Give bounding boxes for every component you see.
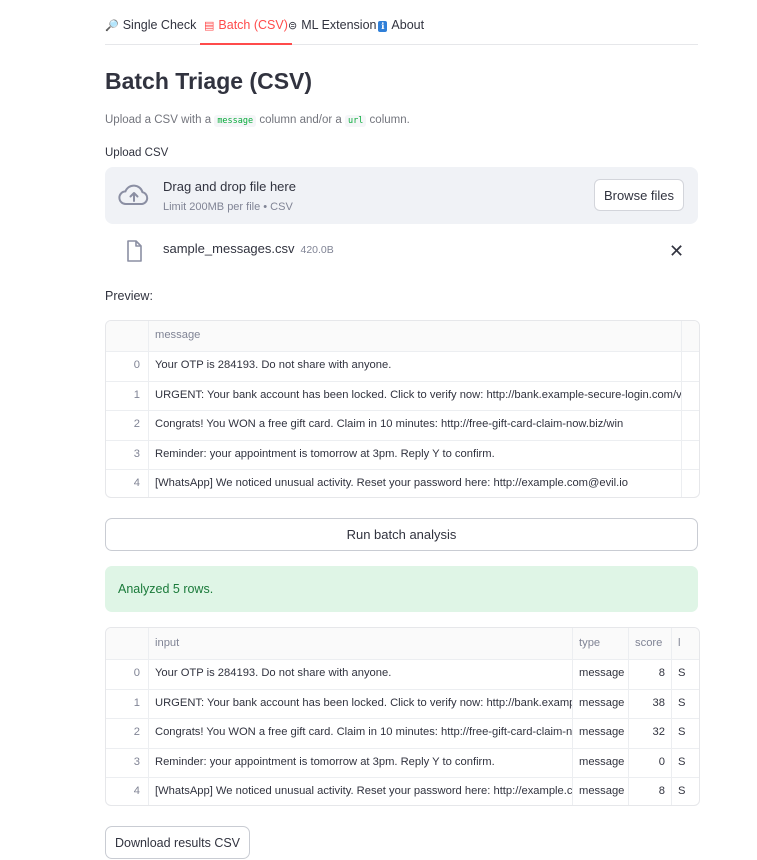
type-cell: message <box>573 688 629 719</box>
success-message: Analyzed 5 rows. <box>118 582 214 596</box>
message-cell: URGENT: Your bank account has been locke… <box>155 388 681 401</box>
input-cell: [WhatsApp] We noticed unusual activity. … <box>149 777 573 805</box>
table-row[interactable]: 2 Congrats! You WON a free gift card. Cl… <box>106 718 699 749</box>
row-index: 1 <box>106 688 149 719</box>
column-header-message[interactable]: message <box>149 321 681 351</box>
download-results-button[interactable]: Download results CSV <box>105 826 250 859</box>
preview-table[interactable]: message 0 Your OTP is 284193. Do not sha… <box>105 320 700 498</box>
column-header-type[interactable]: type <box>573 628 629 659</box>
truncated-cell: S <box>678 755 686 768</box>
score-cell: 32 <box>629 718 672 748</box>
index-header <box>106 321 149 351</box>
score-cell: 8 <box>629 777 672 805</box>
code-url: url <box>345 115 367 127</box>
magnifier-icon: 🔎 <box>105 20 119 32</box>
type-cell: message <box>573 777 629 805</box>
run-batch-analysis-button[interactable]: Run batch analysis <box>105 518 698 551</box>
input-cell: Congrats! You WON a free gift card. Clai… <box>149 718 573 748</box>
column-header-truncated[interactable]: l <box>672 628 699 659</box>
dropzone-subtitle: Limit 200MB per file • CSV <box>163 201 293 213</box>
robot-icon: ⊜ <box>288 20 298 32</box>
index-header <box>106 628 149 659</box>
uploaded-file: sample_messages.csv 420.0B ✕ <box>105 236 698 266</box>
tab-about[interactable]: ℹ About <box>378 18 424 44</box>
document-icon: ▤ <box>204 20 215 32</box>
file-icon <box>127 240 142 262</box>
table-scroll-edge <box>681 321 682 497</box>
table-row[interactable]: 0 Your OTP is 284193. Do not share with … <box>106 351 699 382</box>
cloud-upload-icon <box>118 184 149 205</box>
row-index: 0 <box>106 659 149 689</box>
column-header-score[interactable]: score <box>629 628 672 659</box>
upload-label: Upload CSV <box>105 147 169 159</box>
row-index: 3 <box>106 747 149 778</box>
truncated-cell: S <box>678 785 686 798</box>
file-name: sample_messages.csv <box>163 241 295 256</box>
code-message: message <box>214 115 257 127</box>
results-table[interactable]: input type score l 0 Your OTP is 284193.… <box>105 627 700 806</box>
row-index: 4 <box>106 469 149 497</box>
table-row[interactable]: 0 Your OTP is 284193. Do not share with … <box>106 659 699 690</box>
file-dropzone[interactable]: Drag and drop file here Limit 200MB per … <box>105 167 698 224</box>
success-alert: Analyzed 5 rows. <box>105 566 698 612</box>
message-cell: Congrats! You WON a free gift card. Clai… <box>155 418 624 431</box>
close-icon[interactable]: ✕ <box>669 240 684 262</box>
type-cell: message <box>573 718 629 748</box>
table-row[interactable]: 4 [WhatsApp] We noticed unusual activity… <box>106 777 699 805</box>
table-row[interactable]: 1 URGENT: Your bank account has been loc… <box>106 380 699 412</box>
page-caption: Upload a CSV with a message column and/o… <box>105 114 410 127</box>
table-row[interactable]: 1 URGENT: Your bank account has been loc… <box>106 688 699 720</box>
input-cell: Your OTP is 284193. Do not share with an… <box>149 659 573 689</box>
score-cell: 0 <box>629 747 672 778</box>
truncated-cell: S <box>678 726 686 739</box>
tab-bar: 🔎 Single Check ▤ Batch (CSV) ⊜ ML Extension… <box>105 0 698 45</box>
tab-batch-csv[interactable]: ▤ Batch (CSV) <box>200 18 292 45</box>
tab-ml-extension[interactable]: ⊜ ML Extension <box>288 18 377 44</box>
file-name-row: sample_messages.csv 420.0B <box>163 241 334 256</box>
table-header: input type score l <box>106 628 699 660</box>
input-cell: Reminder: your appointment is tomorrow a… <box>149 747 573 778</box>
row-index: 2 <box>106 718 149 748</box>
info-icon: ℹ <box>378 21 388 32</box>
message-cell: Your OTP is 284193. Do not share with an… <box>155 359 392 371</box>
row-index: 3 <box>106 439 149 470</box>
table-row[interactable]: 3 Reminder: your appointment is tomorrow… <box>106 747 699 779</box>
table-row[interactable]: 2 Congrats! You WON a free gift card. Cl… <box>106 410 699 441</box>
preview-label: Preview: <box>105 289 153 303</box>
row-index: 2 <box>106 410 149 440</box>
score-cell: 8 <box>629 659 672 689</box>
browse-files-button[interactable]: Browse files <box>594 179 684 211</box>
row-index: 1 <box>106 380 149 411</box>
input-cell: URGENT: Your bank account has been locke… <box>149 688 573 719</box>
dropzone-title: Drag and drop file here <box>163 179 296 194</box>
score-cell: 38 <box>629 688 672 719</box>
message-cell: Reminder: your appointment is tomorrow a… <box>155 447 495 460</box>
table-row[interactable]: 3 Reminder: your appointment is tomorrow… <box>106 439 699 471</box>
table-row[interactable]: 4 [WhatsApp] We noticed unusual activity… <box>106 469 699 497</box>
truncated-cell: S <box>678 667 686 679</box>
row-index: 0 <box>106 351 149 381</box>
table-header: message <box>106 321 699 352</box>
page-title: Batch Triage (CSV) <box>105 68 313 94</box>
message-cell: [WhatsApp] We noticed unusual activity. … <box>155 477 628 490</box>
file-size: 420.0B <box>300 244 334 256</box>
tab-single-check[interactable]: 🔎 Single Check <box>105 18 196 44</box>
type-cell: message <box>573 747 629 778</box>
type-cell: message <box>573 659 629 689</box>
column-header-input[interactable]: input <box>149 628 573 659</box>
row-index: 4 <box>106 777 149 805</box>
truncated-cell: S <box>678 696 686 709</box>
